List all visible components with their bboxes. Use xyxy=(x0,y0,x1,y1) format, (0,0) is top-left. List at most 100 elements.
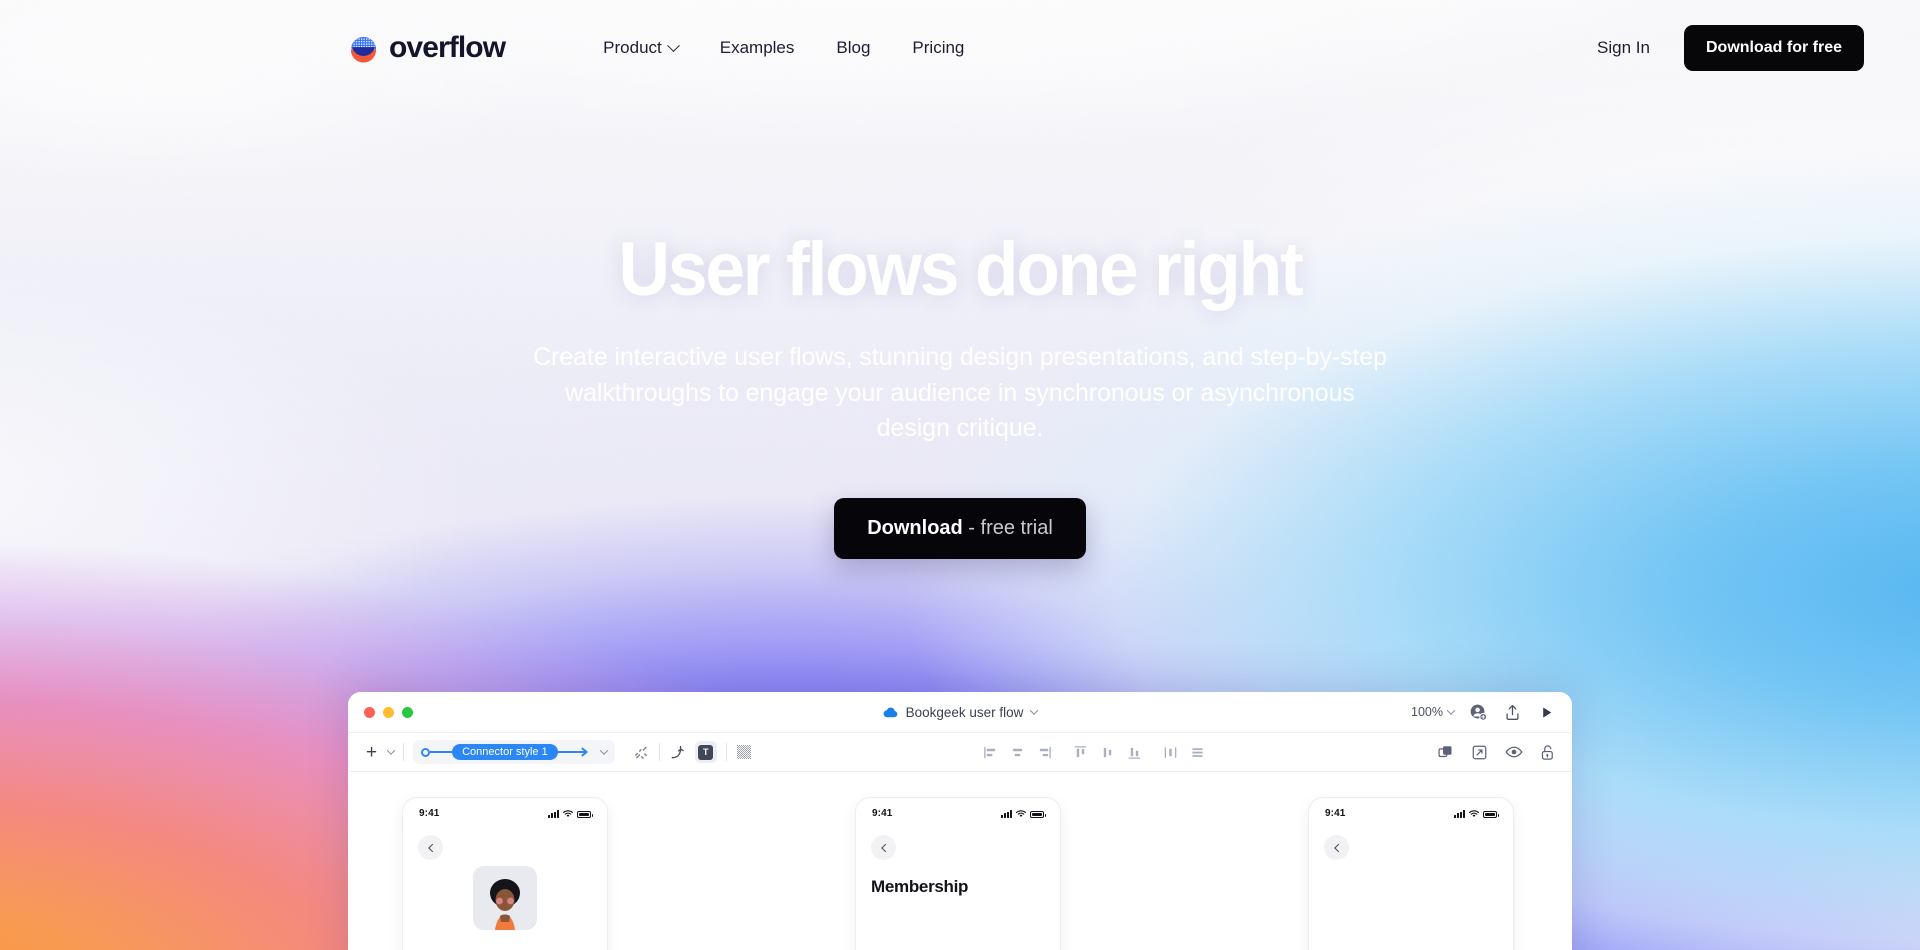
add-collaborator-icon[interactable] xyxy=(1469,703,1488,722)
nav-actions: Sign In Download for free xyxy=(1597,25,1864,71)
align-right-icon[interactable] xyxy=(1037,745,1052,760)
share-icon[interactable] xyxy=(1503,703,1522,722)
title-bar-actions: 100% xyxy=(1411,703,1556,722)
distribute-horizontal-icon[interactable] xyxy=(1163,745,1178,760)
hero-section: User flows done right Create interactive… xyxy=(0,232,1920,559)
status-indicators xyxy=(1454,809,1499,818)
battery-icon xyxy=(1030,810,1046,818)
wifi-icon xyxy=(1016,809,1026,818)
battery-icon xyxy=(577,810,593,818)
curved-connector-icon[interactable] xyxy=(669,744,686,761)
nav-item-examples[interactable]: Examples xyxy=(720,38,795,58)
wifi-icon xyxy=(563,809,573,818)
distribute-vertical-icon[interactable] xyxy=(1190,745,1205,760)
back-button[interactable] xyxy=(871,835,896,860)
status-time: 9:41 xyxy=(1325,808,1346,819)
text-tool-label: T xyxy=(698,744,714,760)
reconnect-icon[interactable] xyxy=(633,744,650,761)
align-center-icon[interactable] xyxy=(1010,745,1025,760)
window-traffic-lights xyxy=(364,706,413,718)
hero-download-label: Download xyxy=(867,516,963,539)
status-indicators xyxy=(1001,809,1046,818)
maximize-window-button[interactable] xyxy=(402,706,413,718)
app-canvas[interactable]: 9:41 9:41 Membership 9:41 xyxy=(348,772,1572,950)
canvas-screen-2[interactable]: 9:41 Membership xyxy=(856,798,1060,950)
alignment-tools xyxy=(983,745,1205,760)
app-window-mockup: Bookgeek user flow 100% + Connector styl… xyxy=(348,692,1572,950)
zoom-level-selector[interactable]: 100% xyxy=(1411,705,1456,719)
close-window-button[interactable] xyxy=(364,706,375,718)
resize-icon[interactable] xyxy=(1471,744,1488,761)
chevron-left-icon xyxy=(427,843,437,852)
align-left-icon[interactable] xyxy=(983,745,998,760)
align-bottom-icon[interactable] xyxy=(1127,745,1142,760)
duplicate-icon[interactable] xyxy=(1437,744,1454,761)
align-top-icon[interactable] xyxy=(1073,745,1088,760)
chevron-down-icon[interactable] xyxy=(386,746,396,755)
overflow-logo-icon xyxy=(348,33,379,64)
brand-name: overflow xyxy=(389,31,506,64)
chevron-left-icon xyxy=(1333,843,1343,852)
nav-item-blog-label: Blog xyxy=(836,38,871,57)
wifi-icon xyxy=(1469,809,1479,818)
status-time: 9:41 xyxy=(419,808,440,819)
hero-subheading: Create interactive user flows, stunning … xyxy=(533,343,1387,442)
nav-item-pricing-label: Pricing xyxy=(912,38,965,57)
landing-page: overflow Product Examples Blog Pricing S… xyxy=(0,0,1920,950)
battery-icon xyxy=(1483,810,1499,818)
toolbar-right-tools xyxy=(1437,744,1556,761)
pattern-icon[interactable] xyxy=(736,744,752,760)
visibility-icon[interactable] xyxy=(1505,745,1523,759)
status-indicators xyxy=(548,809,593,818)
connector-style-selector[interactable]: Connector style 1 xyxy=(413,740,615,764)
add-icon[interactable]: + xyxy=(364,743,379,762)
canvas-screen-1[interactable]: 9:41 xyxy=(403,798,607,950)
avatar xyxy=(473,866,537,930)
toolbar-divider xyxy=(725,743,727,761)
phone-status-bar: 9:41 xyxy=(856,798,1060,822)
download-for-free-button[interactable]: Download for free xyxy=(1683,25,1864,71)
text-tool-icon[interactable]: T xyxy=(694,741,717,763)
signal-icon xyxy=(548,809,559,818)
toolbar-divider xyxy=(403,743,405,761)
nav-item-product[interactable]: Product xyxy=(603,38,680,58)
sign-in-link[interactable]: Sign In xyxy=(1597,38,1650,58)
screen-title: Membership xyxy=(871,877,969,896)
top-navigation-bar: overflow Product Examples Blog Pricing S… xyxy=(0,0,1920,96)
nav-item-blog[interactable]: Blog xyxy=(836,38,870,58)
signal-icon xyxy=(1001,809,1012,818)
hero-heading: User flows done right xyxy=(618,227,1304,312)
lock-icon[interactable] xyxy=(1540,744,1556,761)
nav-item-examples-label: Examples xyxy=(719,38,795,57)
chevron-left-icon xyxy=(880,843,890,852)
nav-item-pricing[interactable]: Pricing xyxy=(912,38,964,58)
nav-links: Product Examples Blog Pricing xyxy=(603,38,964,58)
signal-icon xyxy=(1454,809,1465,818)
app-toolbar: + Connector style 1 T xyxy=(348,732,1572,772)
brand-logo[interactable]: overflow xyxy=(348,31,506,64)
document-title-text: Bookgeek user flow xyxy=(905,704,1024,720)
zoom-level-value: 100% xyxy=(1411,705,1443,719)
status-time: 9:41 xyxy=(872,808,893,819)
chevron-down-icon xyxy=(599,746,608,755)
chevron-down-icon xyxy=(666,38,680,52)
back-button[interactable] xyxy=(418,835,443,860)
align-middle-icon[interactable] xyxy=(1100,745,1115,760)
hero-download-button[interactable]: Download - free trial xyxy=(834,497,1086,559)
nav-item-product-label: Product xyxy=(603,38,662,57)
present-play-icon[interactable] xyxy=(1537,703,1556,722)
toolbar-divider xyxy=(658,743,660,761)
chevron-down-icon xyxy=(1446,706,1456,715)
back-button[interactable] xyxy=(1324,835,1349,860)
cloud-icon xyxy=(883,707,898,718)
document-title-button[interactable]: Bookgeek user flow xyxy=(883,704,1039,720)
document-title-area: Bookgeek user flow xyxy=(348,692,1572,732)
connector-line-icon xyxy=(430,751,453,753)
hero-download-sublabel: - free trial xyxy=(962,516,1053,539)
app-title-bar: Bookgeek user flow 100% xyxy=(348,692,1572,732)
minimize-window-button[interactable] xyxy=(383,706,394,718)
phone-status-bar: 9:41 xyxy=(1309,798,1513,822)
connector-start-dot-icon xyxy=(421,747,431,757)
phone-status-bar: 9:41 xyxy=(403,798,607,822)
canvas-screen-3[interactable]: 9:41 xyxy=(1309,798,1513,950)
